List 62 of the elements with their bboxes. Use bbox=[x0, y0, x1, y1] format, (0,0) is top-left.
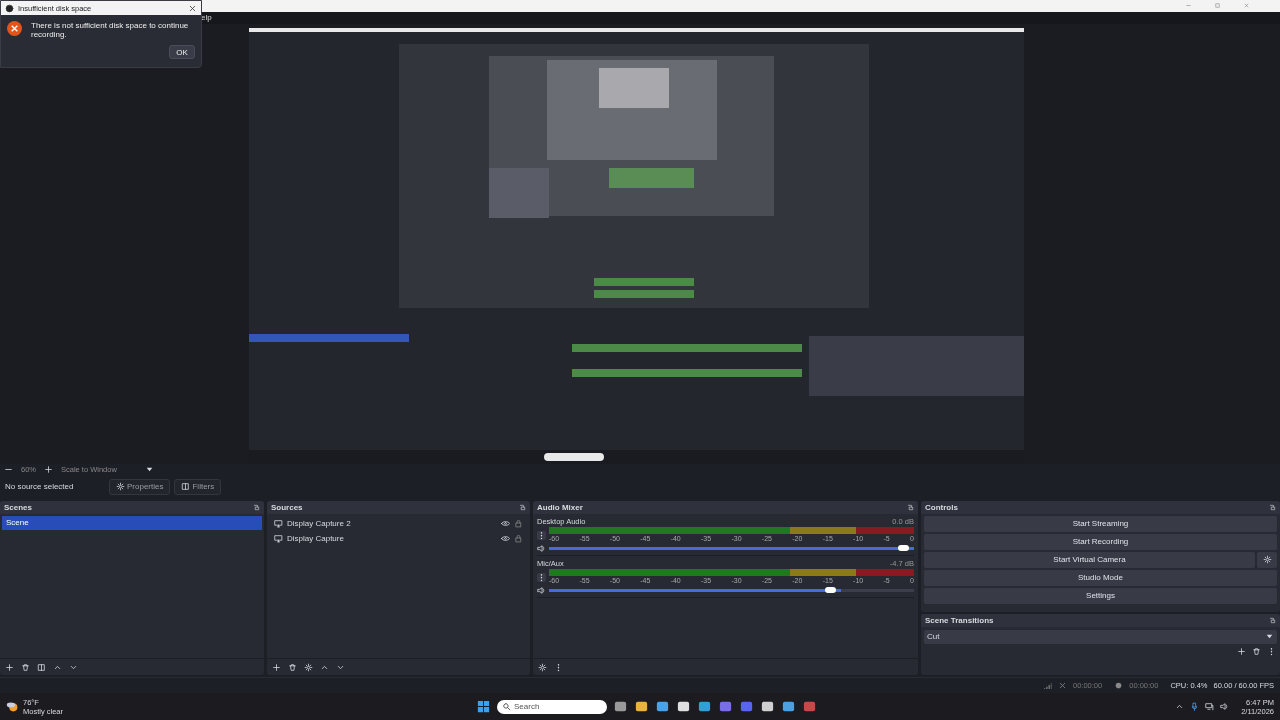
speaker-icon[interactable] bbox=[537, 585, 546, 595]
monitor-icon bbox=[274, 518, 283, 528]
more-icon[interactable] bbox=[537, 572, 546, 582]
transition-dropdown[interactable]: Cut bbox=[924, 629, 1277, 644]
settings-icon[interactable] bbox=[538, 662, 547, 672]
trash-icon[interactable] bbox=[1252, 646, 1261, 656]
panel-title: Audio Mixer bbox=[537, 502, 583, 512]
search-icon bbox=[502, 702, 511, 712]
undock-icon[interactable] bbox=[253, 503, 260, 511]
source-item[interactable]: Display Capture bbox=[287, 533, 497, 543]
filter-icon bbox=[181, 482, 191, 492]
eye-icon[interactable] bbox=[501, 533, 510, 543]
volume-slider[interactable] bbox=[549, 588, 914, 592]
error-icon bbox=[7, 21, 22, 36]
microphone-icon[interactable] bbox=[1190, 702, 1200, 712]
more-icon[interactable] bbox=[537, 530, 546, 540]
panel-title: Scenes bbox=[4, 502, 33, 512]
moon-cloud-icon[interactable] bbox=[6, 700, 19, 714]
speaker-icon[interactable] bbox=[1220, 702, 1230, 712]
source-item[interactable]: Display Capture 2 bbox=[287, 518, 497, 528]
panel-title: Controls bbox=[925, 502, 958, 512]
gear-icon bbox=[1262, 555, 1272, 565]
settings-icon[interactable] bbox=[304, 662, 313, 672]
network-icon[interactable] bbox=[1205, 702, 1215, 712]
control-button[interactable]: Start Virtual Camera bbox=[924, 551, 1255, 568]
start-icon[interactable] bbox=[476, 699, 491, 715]
zoom-in-icon[interactable] bbox=[44, 465, 53, 475]
search-field[interactable]: Search bbox=[514, 702, 584, 712]
dialog-message: There is not sufficient disk space to continue recording. bbox=[31, 21, 190, 39]
panel-title: Scene Transitions bbox=[925, 615, 994, 625]
control-button[interactable]: Start Streaming bbox=[924, 515, 1277, 532]
record-icon bbox=[1114, 681, 1124, 691]
gear-icon bbox=[116, 482, 125, 492]
monitor-icon bbox=[274, 533, 283, 543]
close-icon[interactable] bbox=[188, 3, 197, 13]
control-button[interactable]: Settings bbox=[924, 587, 1277, 604]
app-logo-icon bbox=[5, 3, 14, 13]
panel-title: Sources bbox=[271, 502, 303, 512]
scene-item[interactable]: Scene bbox=[2, 515, 262, 530]
add-icon[interactable] bbox=[272, 662, 281, 672]
undock-icon[interactable] bbox=[907, 503, 914, 511]
eye-icon[interactable] bbox=[501, 518, 510, 528]
ok-button[interactable]: OK bbox=[169, 45, 195, 59]
filters-button[interactable]: Filters bbox=[174, 478, 222, 495]
settings-button[interactable] bbox=[1257, 551, 1277, 568]
control-button[interactable]: Start Recording bbox=[924, 533, 1277, 550]
add-icon[interactable] bbox=[1237, 646, 1246, 656]
search-bar[interactable]: Search bbox=[497, 699, 607, 714]
speaker-icon[interactable] bbox=[537, 543, 546, 553]
undock-icon[interactable] bbox=[1269, 503, 1276, 511]
undock-icon[interactable] bbox=[1269, 616, 1276, 624]
undock-icon[interactable] bbox=[519, 503, 526, 511]
add-icon[interactable] bbox=[5, 662, 14, 672]
control-button[interactable]: Studio Mode bbox=[924, 569, 1277, 586]
trash-icon[interactable] bbox=[288, 662, 297, 672]
filter-icon[interactable] bbox=[37, 662, 46, 672]
selection-label: No source selected bbox=[5, 482, 75, 492]
lock-icon[interactable] bbox=[514, 533, 523, 543]
properties-button[interactable]: Properties bbox=[109, 478, 171, 495]
lock-icon[interactable] bbox=[514, 518, 523, 528]
trash-icon[interactable] bbox=[21, 662, 30, 672]
volume-slider[interactable] bbox=[549, 546, 914, 550]
